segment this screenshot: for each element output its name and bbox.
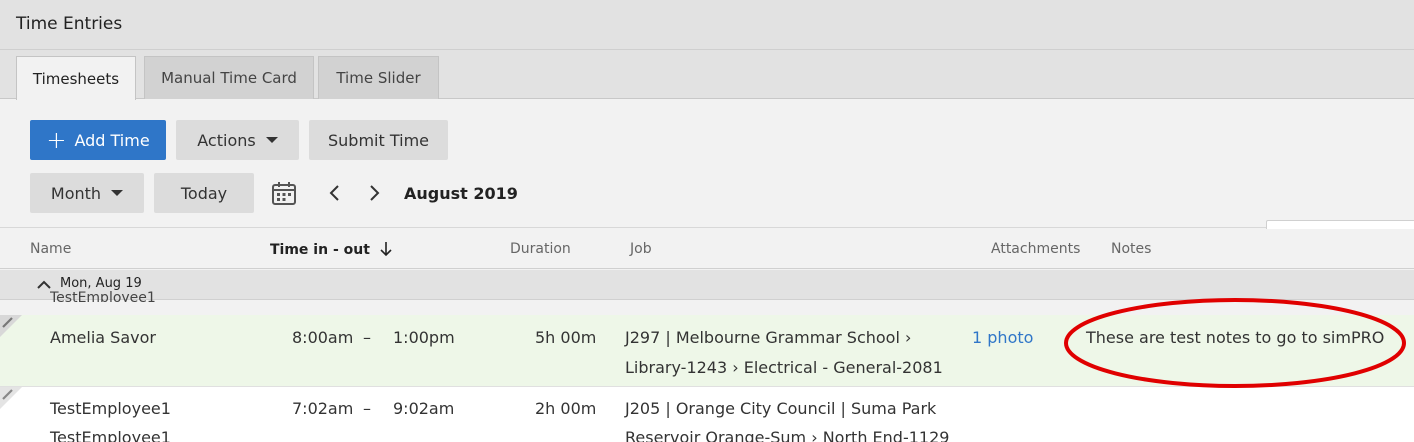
column-header-duration[interactable]: Duration [510, 241, 571, 257]
time-in: 7:02am [292, 399, 354, 418]
tab-timesheets[interactable]: Timesheets [16, 56, 136, 100]
time-out: 9:02am [393, 399, 455, 418]
chevron-right-icon[interactable] [364, 182, 384, 204]
tab-manual-time-card[interactable]: Manual Time Card [144, 56, 314, 99]
tab-time-slider[interactable]: Time Slider [318, 56, 439, 99]
view-mode-label: Month [50, 183, 102, 203]
employee-name: Amelia Savor [50, 328, 156, 347]
chevron-up-icon[interactable] [36, 278, 52, 290]
actions-label: Actions [197, 130, 256, 150]
duration: 5h 00m [535, 328, 597, 347]
job-line-1: J297 | Melbourne Grammar School › [625, 328, 912, 347]
tab-bar: Timesheets Manual Time Card Time Slider [0, 50, 1414, 100]
job-line-2: Library-1243 › Electrical - General-2081 [625, 358, 943, 377]
date-group-label: Mon, Aug 19 [60, 276, 142, 291]
employee-name-secondary: TestEmployee1 [50, 428, 171, 442]
duration: 2h 00m [535, 399, 597, 418]
column-header-time-label: Time in - out [270, 242, 370, 258]
view-mode-dropdown[interactable]: Month [30, 173, 144, 213]
add-time-label: Add Time [74, 130, 150, 150]
add-time-button[interactable]: + Add Time [30, 120, 166, 160]
column-header-attachments[interactable]: Attachments [991, 241, 1080, 257]
today-label: Today [180, 183, 228, 203]
time-out: 1:00pm [393, 328, 455, 347]
chevron-left-icon[interactable] [325, 182, 345, 204]
time-in: 8:00am [292, 328, 354, 347]
plus-icon: + [46, 126, 67, 154]
column-header-notes[interactable]: Notes [1111, 241, 1151, 257]
pencil-icon[interactable] [0, 387, 26, 413]
period-label: August 2019 [404, 184, 518, 203]
time-separator: – [363, 328, 371, 347]
column-header-name[interactable]: Name [30, 241, 71, 257]
calendar-icon[interactable] [271, 180, 297, 206]
pencil-icon[interactable] [0, 315, 26, 341]
column-header-job[interactable]: Job [630, 241, 652, 257]
toolbar: + Add Time Actions Submit Time Month Tod… [0, 100, 1414, 260]
title-bar: Time Entries [0, 0, 1414, 50]
sort-arrow-down-icon [380, 242, 392, 257]
employee-name: TestEmployee1 [50, 399, 171, 418]
partial-row-name: TestEmployee1 [50, 290, 156, 302]
table-header: Name Time in - out Duration Job Attachme… [0, 229, 1414, 269]
attachments-link[interactable]: 1 photo [972, 328, 1033, 347]
submit-time-button[interactable]: Submit Time [309, 120, 448, 160]
table-row[interactable]: TestEmployee1 TestEmployee1 7:02am – 9:0… [0, 387, 1414, 442]
job-line-2: Reservoir Orange-Sum › North End-1129 [625, 428, 950, 442]
job-line-1: J205 | Orange City Council | Suma Park [625, 399, 937, 418]
today-button[interactable]: Today [154, 173, 254, 213]
submit-time-label: Submit Time [328, 130, 429, 150]
caret-down-icon [265, 137, 278, 143]
column-header-time[interactable]: Time in - out [270, 241, 393, 258]
actions-dropdown-button[interactable]: Actions [176, 120, 299, 160]
time-separator: – [363, 399, 371, 418]
caret-down-icon [111, 190, 124, 196]
page-title: Time Entries [16, 14, 123, 34]
annotation-ellipse [1064, 298, 1406, 388]
